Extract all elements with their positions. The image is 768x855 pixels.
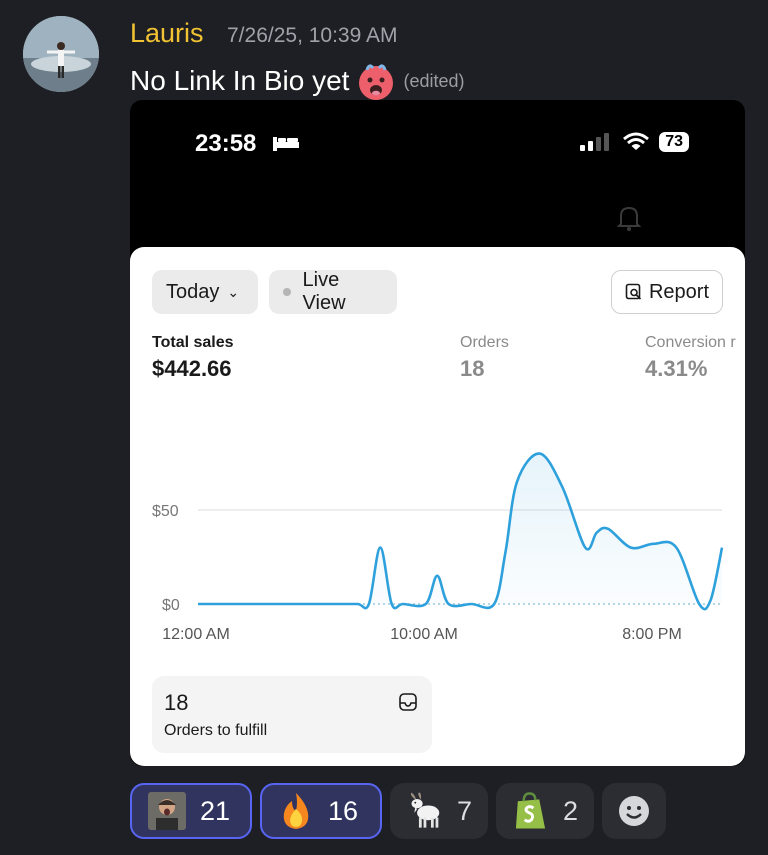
battery-indicator: 73	[659, 132, 689, 152]
reaction-count: 16	[328, 795, 359, 826]
edited-label: (edited)	[403, 70, 465, 91]
hot-face-emoji-icon	[359, 64, 394, 100]
reaction-person-photo[interactable]: 21	[130, 783, 252, 839]
reaction-goat[interactable]: 7	[390, 783, 488, 839]
bell-icon	[617, 206, 641, 231]
message-content: No Link In Bio yet (edited)	[130, 60, 464, 102]
reaction-bar: 21 16 7 2	[130, 783, 666, 839]
image-attachment[interactable]: 23:58 73 Today ⌄ Live View Report Total …	[130, 100, 745, 766]
reaction-count: 7	[456, 795, 472, 826]
phone-status-time: 23:58	[195, 130, 257, 157]
author-name[interactable]: Lauris	[130, 18, 204, 49]
avatar[interactable]	[23, 16, 99, 92]
orders-to-fulfill-card[interactable]: 18 Orders to fulfill	[152, 676, 432, 753]
phone-status-icons: 73	[579, 132, 689, 152]
add-reaction-button[interactable]	[602, 783, 666, 839]
reaction-fire[interactable]: 16	[260, 783, 382, 839]
message-text: No Link In Bio yet	[130, 65, 350, 96]
reaction-count: 21	[200, 795, 231, 826]
bed-icon	[273, 137, 299, 151]
sales-chart: $50 $0 12:00 AM 10:00 AM 8:00 PM	[152, 452, 724, 643]
fulfill-count: 18	[164, 690, 189, 715]
x-tick-label: 8:00 PM	[622, 626, 682, 643]
smiley-icon	[619, 796, 649, 826]
x-tick-label: 10:00 AM	[390, 626, 458, 643]
shopify-emoji-icon	[515, 792, 546, 829]
person-photo-emoji-icon	[148, 792, 186, 830]
y-tick-label-50: $50	[152, 503, 179, 520]
analytics-card: Today ⌄ Live View Report Total sales $44…	[130, 247, 745, 766]
fire-emoji-icon	[283, 793, 309, 829]
reaction-shopify[interactable]: 2	[496, 783, 594, 839]
reaction-count: 2	[562, 795, 578, 826]
message-timestamp: 7/26/25, 10:39 AM	[227, 24, 398, 47]
goat-emoji-icon	[410, 792, 440, 828]
wifi-icon	[623, 132, 650, 150]
fulfill-label: Orders to fulfill	[164, 722, 268, 739]
inbox-icon	[399, 693, 417, 711]
signal-icon	[580, 133, 610, 151]
y-tick-label-0: $0	[162, 597, 180, 614]
avatar-image	[23, 16, 99, 92]
x-tick-label: 12:00 AM	[162, 626, 230, 643]
sales-area-fill	[198, 453, 722, 610]
